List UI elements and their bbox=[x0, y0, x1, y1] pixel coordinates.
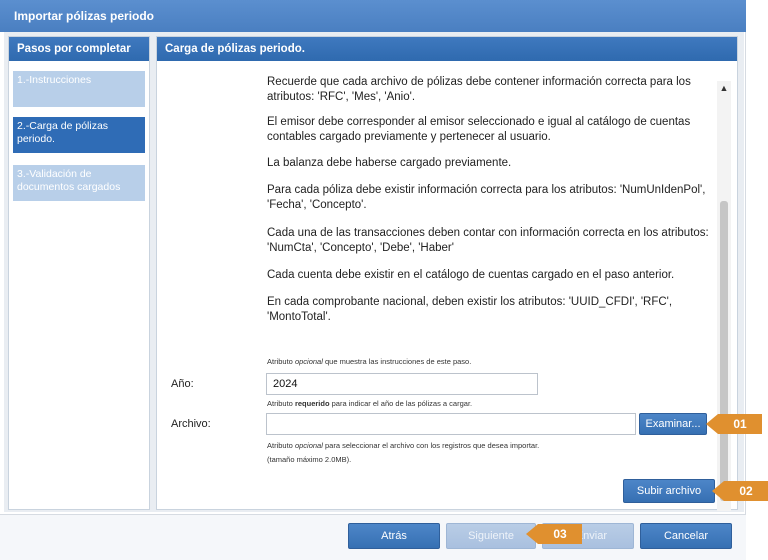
instruction-paragraph: Para cada póliza debe existir informació… bbox=[267, 184, 706, 211]
dialog-title: Importar pólizas periodo bbox=[0, 0, 746, 32]
instruction-paragraph: Cada una de las transacciones deben cont… bbox=[267, 227, 709, 254]
cancel-button[interactable]: Cancelar bbox=[640, 523, 732, 549]
instructions-hint: Atributo opcional que muestra las instru… bbox=[267, 357, 472, 366]
callout-badge-03: 03 bbox=[526, 524, 582, 544]
year-hint: Atributo requerido para indicar el año d… bbox=[267, 399, 473, 408]
footer-bar: Atrás Siguiente Enviar Cancelar bbox=[0, 514, 746, 560]
callout-badge-02: 02 bbox=[712, 481, 768, 501]
import-dialog: Importar pólizas periodo Pasos por compl… bbox=[0, 0, 746, 560]
vertical-scrollbar[interactable]: ▲ bbox=[717, 81, 731, 511]
main-panel-title: Carga de pólizas periodo. bbox=[157, 37, 737, 61]
file-label: Archivo: bbox=[171, 418, 211, 430]
year-label: Año: bbox=[171, 378, 194, 390]
upload-file-button[interactable]: Subir archivo bbox=[623, 479, 715, 503]
browse-button[interactable]: Examinar... bbox=[639, 413, 707, 435]
steps-panel: Pasos por completar 1.-Instrucciones 2.-… bbox=[8, 36, 150, 510]
scroll-thumb[interactable] bbox=[720, 201, 728, 501]
step-carga-polizas[interactable]: 2.-Carga de pólizas periodo. bbox=[13, 117, 145, 153]
callout-badge-01: 01 bbox=[706, 414, 762, 434]
file-path-input[interactable] bbox=[266, 413, 636, 435]
year-input[interactable] bbox=[266, 373, 538, 395]
step-validacion[interactable]: 3.-Validación de documentos cargados bbox=[13, 165, 145, 201]
main-content: Recuerde que cada archivo de pólizas deb… bbox=[157, 61, 737, 511]
instruction-paragraph: La balanza debe haberse cargado previame… bbox=[267, 157, 512, 169]
step-instrucciones[interactable]: 1.-Instrucciones bbox=[13, 71, 145, 107]
instruction-paragraph: Recuerde que cada archivo de pólizas deb… bbox=[267, 76, 691, 103]
main-panel: Carga de pólizas periodo. Recuerde que c… bbox=[156, 36, 738, 511]
steps-panel-title: Pasos por completar bbox=[9, 37, 149, 61]
instruction-paragraph: Cada cuenta debe existir en el catálogo … bbox=[267, 269, 675, 281]
instruction-paragraph: En cada comprobante nacional, deben exis… bbox=[267, 296, 673, 323]
file-hint: Atributo opcional para seleccionar el ar… bbox=[267, 441, 540, 450]
next-button[interactable]: Siguiente bbox=[446, 523, 536, 549]
file-size-note: (tamaño máximo 2.0MB). bbox=[267, 455, 352, 464]
scroll-up-icon[interactable]: ▲ bbox=[717, 81, 731, 95]
instruction-paragraph: El emisor debe corresponder al emisor se… bbox=[267, 116, 691, 143]
back-button[interactable]: Atrás bbox=[348, 523, 440, 549]
